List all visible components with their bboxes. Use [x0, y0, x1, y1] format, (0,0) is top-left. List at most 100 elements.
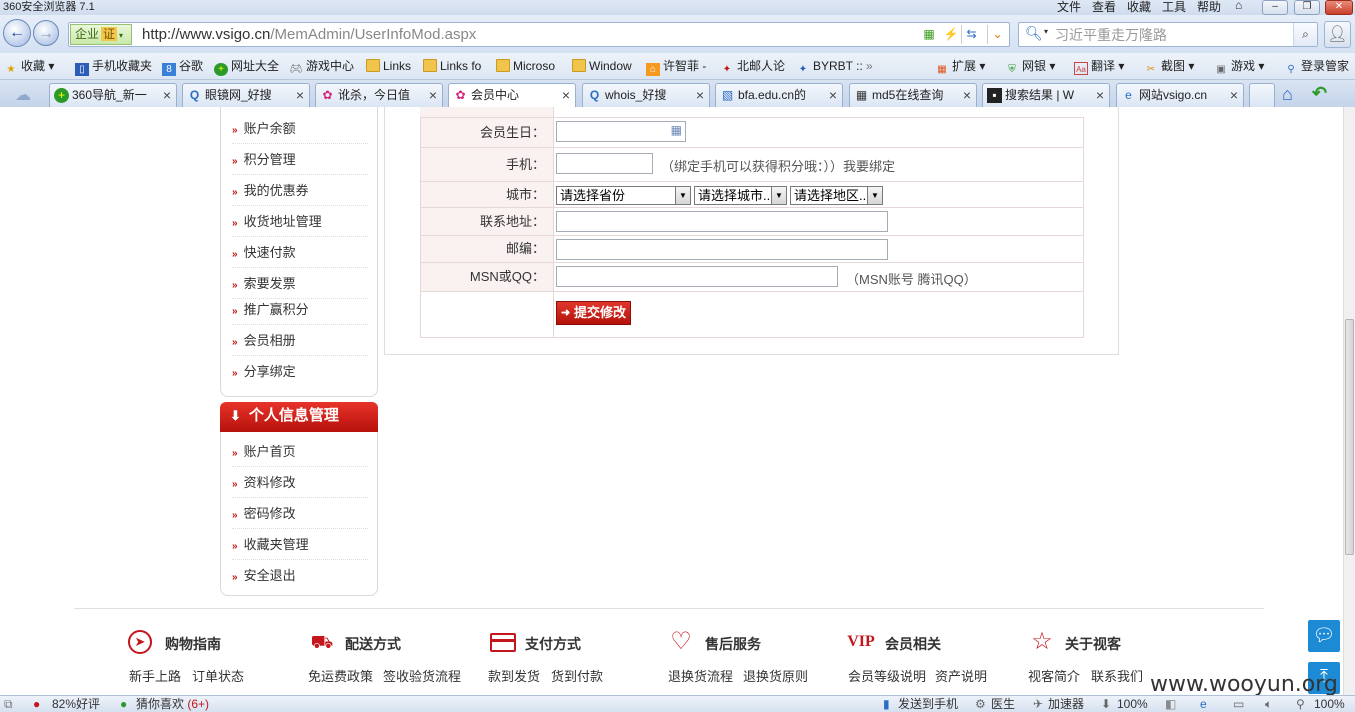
- close-button[interactable]: ✕: [1325, 0, 1353, 15]
- tab-news[interactable]: ✿ 讹杀，今日值 ×: [315, 83, 443, 107]
- cloud-icon[interactable]: ☁: [6, 85, 40, 105]
- city-select[interactable]: 请选择城市.. ▼: [694, 186, 787, 205]
- tab-bfa[interactable]: ▧ bfa.edu.cn的 ×: [715, 83, 843, 107]
- bookmark-byr-forum[interactable]: ✦ 北邮人论: [720, 58, 785, 76]
- bookmark-favorites[interactable]: ★ 收藏 ▾: [4, 58, 55, 76]
- undo-close-icon[interactable]: ↶: [1312, 83, 1327, 104]
- vertical-scrollbar[interactable]: [1343, 107, 1355, 695]
- sidebar-item-share[interactable]: » 分享绑定: [232, 356, 368, 387]
- close-icon[interactable]: ×: [296, 84, 304, 106]
- menu-file[interactable]: 文件: [1057, 0, 1081, 15]
- sidebar-item-account-home[interactable]: » 账户首页: [232, 436, 368, 467]
- scrollbar-thumb[interactable]: [1345, 319, 1354, 555]
- tab-member-center[interactable]: ✿ 会员中心 ×: [448, 83, 576, 108]
- sidebar-item-addresses[interactable]: » 收货地址管理: [232, 206, 368, 237]
- volume-icon[interactable]: 🔈︎: [1265, 696, 1272, 712]
- qrcode-icon[interactable]: ▦: [919, 25, 939, 44]
- province-select[interactable]: 请选择省份 ▼: [556, 186, 691, 205]
- new-tab-button[interactable]: [1249, 83, 1275, 107]
- bookmark-more[interactable]: »: [866, 58, 873, 74]
- close-icon[interactable]: ×: [963, 84, 971, 106]
- bookmark-nav[interactable]: + 网址大全: [214, 58, 279, 76]
- footer-link-newbie[interactable]: 新手上路: [129, 666, 181, 685]
- zoom-level[interactable]: 100%: [1314, 696, 1345, 712]
- accelerator-button[interactable]: 加速器: [1048, 696, 1084, 712]
- doctor-button[interactable]: 医生: [991, 696, 1015, 712]
- msn-input[interactable]: [556, 266, 838, 287]
- bookmark-windows[interactable]: Window: [572, 58, 632, 74]
- menu-favorites[interactable]: 收藏: [1127, 0, 1151, 15]
- tab-search-results[interactable]: ▪ 搜索结果 | W ×: [982, 83, 1110, 107]
- toolbar-games[interactable]: ▣ 游戏 ▾: [1214, 58, 1264, 76]
- zip-input[interactable]: [556, 239, 888, 260]
- address-input[interactable]: [556, 211, 888, 232]
- tab-whois[interactable]: Qwhois_好搜 ×: [582, 83, 710, 107]
- close-icon[interactable]: ×: [696, 84, 704, 106]
- footer-link-intro[interactable]: 视客简介: [1028, 666, 1080, 685]
- chat-button[interactable]: 💬︎: [1308, 620, 1340, 652]
- toolbar-translate[interactable]: Aa 翻译 ▾: [1074, 58, 1124, 75]
- sidebar-item-points[interactable]: » 积分管理: [232, 144, 368, 175]
- compat-mode-icon[interactable]: ⇆: [961, 25, 981, 44]
- sidebar-item-favorites[interactable]: » 收藏夹管理: [232, 529, 368, 560]
- lightning-icon[interactable]: ⚡: [941, 25, 961, 44]
- toolbar-login-manager[interactable]: ⚲ 登录管家: [1284, 58, 1349, 76]
- search-engine-icon[interactable]: 🔍︎: [1025, 25, 1043, 42]
- bookmark-links-for[interactable]: Links fo: [423, 58, 481, 74]
- footer-link-free-shipping[interactable]: 免运费政策: [308, 666, 373, 685]
- bookmark-person[interactable]: ⌂ 许智菲 -: [646, 58, 706, 76]
- address-bar[interactable]: 企业证 ▾ http://www.vsigo.cn/MemAdmin/UserIn…: [68, 22, 1010, 47]
- menu-view[interactable]: 查看: [1092, 0, 1116, 15]
- sidebar-item-album[interactable]: » 会员相册: [232, 325, 368, 356]
- footer-link-member-levels[interactable]: 会员等级说明: [848, 666, 926, 685]
- phone-input[interactable]: [556, 153, 653, 174]
- tab-vsigo[interactable]: e 网站vsigo.cn ×: [1116, 83, 1244, 107]
- tab-glasses[interactable]: Q 眼镜网_好搜 ×: [182, 83, 310, 107]
- toolbar-extensions[interactable]: ▦ 扩展 ▾: [935, 58, 985, 76]
- bookmark-microsoft[interactable]: Microso: [496, 58, 555, 74]
- close-icon[interactable]: ×: [829, 84, 837, 106]
- window-icon[interactable]: ▭: [1233, 696, 1244, 712]
- sidebar-item-quickpay[interactable]: » 快速付款: [232, 237, 368, 268]
- download-progress[interactable]: 100%: [1117, 696, 1148, 712]
- bookmark-games[interactable]: 🎮︎ 游戏中心: [289, 58, 354, 76]
- sidebar-item-edit-profile[interactable]: » 资料修改: [232, 467, 368, 498]
- enterprise-badge[interactable]: 企业证 ▾: [70, 24, 132, 45]
- toolbar-ebank[interactable]: ⛨ 网银 ▾: [1005, 58, 1055, 76]
- menu-help[interactable]: 帮助: [1197, 0, 1221, 15]
- footer-link-return-policy[interactable]: 退换货原则: [743, 666, 808, 685]
- guess-link[interactable]: 猜你喜欢 (6+): [136, 696, 209, 712]
- back-button[interactable]: ←: [3, 19, 31, 47]
- bookmark-mobile[interactable]: ▯ 手机收藏夹: [75, 58, 152, 76]
- birthday-input[interactable]: ▦: [556, 121, 686, 142]
- home-small-icon[interactable]: ⌂: [1235, 0, 1242, 12]
- ie-icon[interactable]: e: [1200, 696, 1207, 712]
- footer-link-cod[interactable]: 货到付款: [551, 666, 603, 685]
- sidebar-item-promote[interactable]: » 推广赢积分: [232, 294, 368, 325]
- bookmark-links[interactable]: Links: [366, 58, 411, 74]
- tab-md5[interactable]: ▦ md5在线查询 ×: [849, 83, 977, 107]
- dropdown-arrow-icon[interactable]: ⌄: [987, 25, 1007, 44]
- menu-tools[interactable]: 工具: [1162, 0, 1186, 15]
- rating-text[interactable]: 82%好评: [52, 696, 100, 712]
- footer-link-return-process[interactable]: 退换货流程: [668, 666, 733, 685]
- sidebar-item-logout[interactable]: » 安全退出: [232, 560, 368, 591]
- search-button[interactable]: ⌕: [1293, 23, 1317, 46]
- close-icon[interactable]: ×: [1096, 84, 1104, 106]
- tab-360-nav[interactable]: +360导航_新一 ×: [49, 83, 177, 107]
- calendar-icon[interactable]: ▦: [671, 123, 682, 137]
- close-icon[interactable]: ×: [429, 84, 437, 106]
- search-box[interactable]: 🔍︎ ▾ 习近平重走万隆路 ⌕: [1018, 22, 1318, 47]
- footer-link-prepay[interactable]: 款到发货: [488, 666, 540, 685]
- footer-link-receipt-process[interactable]: 签收验货流程: [383, 666, 461, 685]
- send-to-phone[interactable]: 发送到手机: [898, 696, 958, 712]
- sidebar-item-balance[interactable]: » 账户余额: [232, 113, 368, 144]
- submit-button[interactable]: ➜ 提交修改: [556, 301, 631, 325]
- url-text[interactable]: http://www.vsigo.cn/MemAdmin/UserInfoMod…: [142, 25, 476, 45]
- sidebar-item-coupons[interactable]: » 我的优惠券: [232, 175, 368, 206]
- close-icon[interactable]: ×: [163, 84, 171, 106]
- district-select[interactable]: 请选择地区.. ▼: [790, 186, 883, 205]
- avatar[interactable]: 👤︎: [1324, 21, 1351, 48]
- search-input[interactable]: 习近平重走万隆路: [1055, 25, 1167, 45]
- footer-link-order-status[interactable]: 订单状态: [192, 666, 244, 685]
